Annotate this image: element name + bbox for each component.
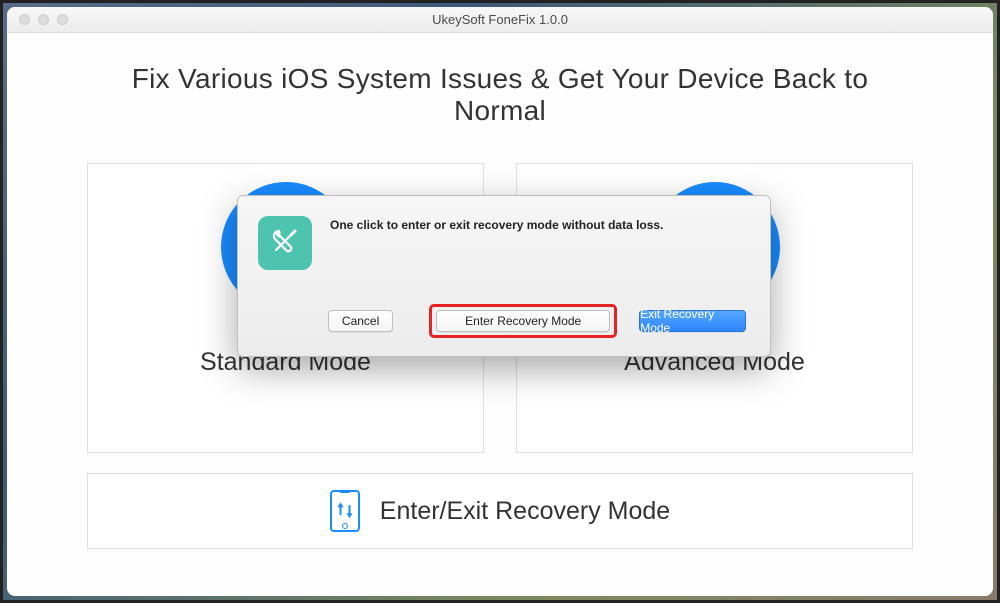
traffic-lights xyxy=(7,14,68,25)
recovery-mode-bar[interactable]: Enter/Exit Recovery Mode xyxy=(87,473,913,549)
maximize-window-button[interactable] xyxy=(57,14,68,25)
window-title: UkeySoft FoneFix 1.0.0 xyxy=(7,12,993,27)
titlebar: UkeySoft FoneFix 1.0.0 xyxy=(7,7,993,33)
enter-recovery-highlight: Enter Recovery Mode xyxy=(429,304,617,338)
phone-recovery-icon xyxy=(330,490,362,532)
tools-icon xyxy=(258,216,312,270)
dialog-text: One click to enter or exit recovery mode… xyxy=(330,216,746,232)
dialog-title: One click to enter or exit recovery mode… xyxy=(330,218,746,232)
minimize-window-button[interactable] xyxy=(38,14,49,25)
enter-recovery-mode-button[interactable]: Enter Recovery Mode xyxy=(436,310,610,332)
dialog-buttons: Cancel Enter Recovery Mode Exit Recovery… xyxy=(328,304,746,338)
recovery-mode-dialog: One click to enter or exit recovery mode… xyxy=(237,195,771,357)
recovery-bar-label: Enter/Exit Recovery Mode xyxy=(380,497,670,526)
cancel-button[interactable]: Cancel xyxy=(328,310,393,332)
page-title: Fix Various iOS System Issues & Get Your… xyxy=(87,63,913,127)
exit-recovery-mode-button[interactable]: Exit Recovery Mode xyxy=(639,310,746,332)
dialog-body: One click to enter or exit recovery mode… xyxy=(258,216,746,270)
close-window-button[interactable] xyxy=(19,14,30,25)
